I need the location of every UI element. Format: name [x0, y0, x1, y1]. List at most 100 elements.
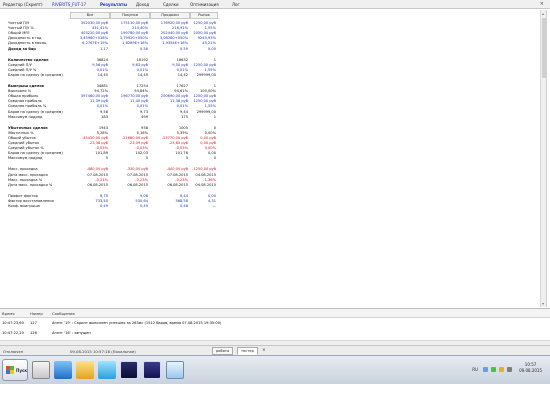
- row-value: 0,00: [207, 193, 216, 198]
- volume-icon[interactable]: [499, 367, 504, 372]
- row-value: 9,50 руб: [172, 62, 188, 67]
- log-message: Агент '16' : запущен: [52, 331, 91, 335]
- row-value: 499: [141, 114, 148, 119]
- start-button[interactable]: Пуск: [2, 359, 28, 381]
- row-value: 0: [213, 125, 216, 130]
- row-value: 17627: [176, 84, 188, 88]
- log-col-message[interactable]: Сообщение: [52, 311, 75, 316]
- window-icon[interactable]: [166, 361, 184, 379]
- close-icon[interactable]: ×: [540, 1, 544, 7]
- row-value: 368,58: [175, 198, 188, 203]
- trading-app-icon[interactable]: [143, 361, 161, 379]
- show-desktop-icon[interactable]: [32, 361, 50, 379]
- flag-icon[interactable]: [507, 367, 512, 372]
- table-row[interactable]: Коэф. выигрыша 0,49 0,49 0,48 —: [2, 204, 222, 209]
- scroll-up-icon[interactable]: ▴: [542, 11, 544, 16]
- row-label: Средний П/У %: [8, 67, 37, 72]
- row-value: 04.08.2015: [195, 182, 216, 187]
- row-value: 9,44: [179, 109, 188, 114]
- row-label: Общий убыток: [8, 135, 36, 140]
- network-icon[interactable]: [491, 367, 496, 372]
- row-value: 1005: [178, 125, 188, 130]
- row-value: 1250,00 руб: [193, 94, 216, 99]
- row-value: -330,00 руб: [126, 167, 148, 172]
- taskbar: Пуск RU 10:57 09.08.2015: [0, 355, 550, 384]
- table-row[interactable]: Максимум подряд 183 499 175 1: [2, 115, 222, 120]
- table-row[interactable]: Максимум подряд 5 5 5 0: [2, 156, 222, 161]
- row-label: Максимум подряд: [8, 114, 43, 119]
- table-row[interactable]: Доход за бар 1,17 0,58 0,59 0,00: [2, 47, 222, 52]
- row-label: Доход за бар: [8, 46, 36, 51]
- row-value: 102,03: [135, 151, 148, 156]
- menu-results[interactable]: Результаты: [100, 2, 127, 7]
- row-value: 18192: [136, 57, 148, 62]
- row-value: 0,00: [207, 151, 216, 156]
- row-value: 0,58: [139, 46, 148, 51]
- row-value: 4,31: [207, 198, 216, 203]
- table-row[interactable]: Баров на сделку (в среднем) 14,45 14,49 14,…: [2, 73, 222, 78]
- connection-status: Отключен: [3, 349, 24, 354]
- menu-trades[interactable]: Сделки: [163, 2, 179, 7]
- row-value: 07.08.2015: [127, 172, 148, 177]
- menu-log[interactable]: Лог: [232, 2, 240, 7]
- header-market[interactable]: Рынок: [190, 12, 218, 19]
- row-label: Дата макс. просадки %: [8, 182, 53, 187]
- row-value: 94,61%: [174, 89, 188, 94]
- row-label: Средняя прибыль %: [8, 104, 47, 109]
- menu-income[interactable]: Доход: [136, 2, 149, 7]
- row-value: -0,23%: [175, 177, 188, 182]
- tab-close-icon[interactable]: ×: [262, 348, 266, 353]
- log-message: Агент '19' : Скрипт выполнен успешно за …: [52, 321, 222, 325]
- row-value: 299999,00: [196, 72, 216, 77]
- row-label: Чистый П/У: [8, 21, 30, 25]
- table-row[interactable]: Дата макс. просадки % 06.08.2015 06.08.201…: [2, 183, 222, 188]
- scroll-down-icon[interactable]: ▾: [542, 301, 544, 306]
- row-label: Общая прибыль: [8, 94, 39, 99]
- row-value: 101,76: [175, 151, 188, 156]
- row-value: 1,55%: [204, 104, 216, 109]
- vertical-scrollbar[interactable]: ▴ ▾: [540, 10, 546, 307]
- row-label: Общий MFE: [8, 31, 30, 36]
- results-table: Все Покупки Продажи Рынок Чистый П/У 3520…: [2, 10, 547, 307]
- row-value: 202440,00 руб: [160, 31, 188, 36]
- row-label: Выигрыш сделок: [8, 84, 45, 88]
- terminal-app-icon[interactable]: [120, 361, 138, 379]
- row-value: 1,6289E+16%: [122, 41, 148, 46]
- row-value: -1250,00 руб: [192, 167, 216, 172]
- messenger-icon[interactable]: [98, 361, 116, 379]
- tray-icon[interactable]: [483, 367, 488, 372]
- folder-icon[interactable]: [76, 361, 94, 379]
- log-row[interactable]: 10:47:22,20 126 Агент '16' : запущен: [0, 329, 550, 338]
- row-value: 17254: [136, 84, 148, 88]
- scroll-thumb[interactable]: [542, 18, 546, 78]
- tab-robot[interactable]: робота: [212, 347, 234, 355]
- row-value: 5,16%: [136, 130, 148, 135]
- log-col-time[interactable]: Время: [2, 311, 15, 316]
- row-value: 14,45: [97, 72, 108, 77]
- row-value: 0,00%: [204, 146, 216, 151]
- row-value: 9,08: [139, 193, 148, 198]
- row-value: 5: [105, 156, 108, 161]
- tab-tester[interactable]: тестер: [237, 347, 258, 355]
- log-time: 10:47:22,20: [2, 331, 24, 335]
- language-indicator[interactable]: RU: [472, 367, 478, 372]
- browser-icon[interactable]: [54, 361, 72, 379]
- header-all[interactable]: Все: [70, 12, 110, 19]
- clock[interactable]: 10:57 09.08.2015: [519, 362, 542, 374]
- row-value: 0: [213, 156, 216, 161]
- menu-editor[interactable]: Редактор (Скрипт): [3, 2, 43, 7]
- header-sells[interactable]: Продажи: [150, 12, 190, 19]
- row-value: -0,03%: [175, 146, 188, 151]
- log-row[interactable]: 10:47:23,60 127 Агент '19' : Скрипт выпо…: [0, 319, 550, 328]
- row-value: 94,84%: [134, 89, 148, 94]
- row-value: 216,91%: [172, 26, 188, 31]
- row-value: -400,00 руб: [166, 167, 188, 172]
- row-value: 14,49: [137, 72, 148, 77]
- menu-optimization[interactable]: Оптимизация: [190, 2, 219, 7]
- log-col-number[interactable]: Номер: [30, 311, 43, 316]
- menu-instrument[interactable]: RIVERITS_FUT-17: [52, 2, 86, 7]
- header-buys[interactable]: Покупки: [110, 12, 150, 19]
- windows-logo-icon: [6, 366, 14, 374]
- row-value: 175110,00 руб: [120, 21, 148, 25]
- row-value: -23,38 руб: [88, 141, 108, 145]
